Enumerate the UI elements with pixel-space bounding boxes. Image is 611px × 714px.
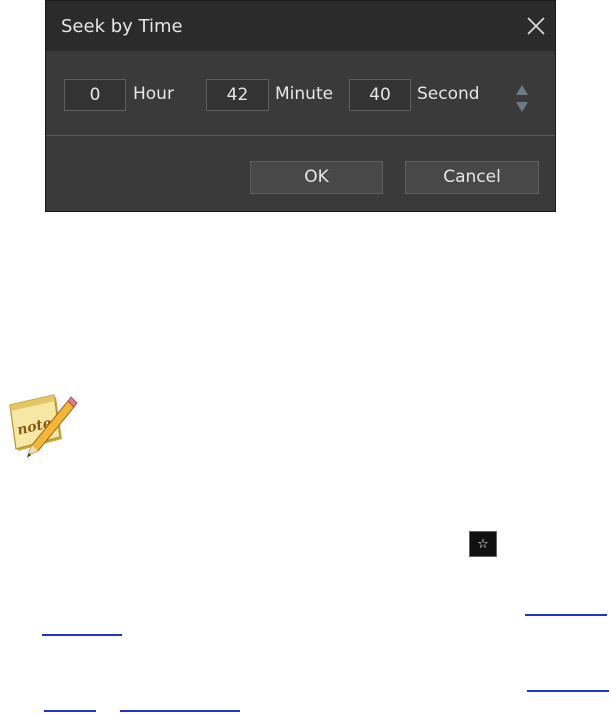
hour-input[interactable]: 0	[64, 79, 126, 111]
second-label: Second	[417, 84, 480, 104]
cancel-button[interactable]: Cancel	[405, 161, 539, 194]
note-pencil-icon: note	[4, 393, 78, 463]
document-page: Seek by Time 0 Hour 42 Minute 40 Second	[0, 0, 611, 714]
star-glyph: ☆	[477, 536, 489, 552]
seek-by-time-dialog: Seek by Time 0 Hour 42 Minute 40 Second	[45, 0, 556, 212]
hyperlink-underline[interactable]	[44, 710, 96, 712]
hyperlink-underline[interactable]	[527, 690, 609, 692]
ok-button[interactable]: OK	[250, 161, 383, 194]
chevron-up-icon[interactable]	[515, 81, 529, 95]
hour-label: Hour	[133, 84, 174, 104]
hyperlink-underline[interactable]	[120, 710, 240, 712]
chevron-down-icon[interactable]	[515, 98, 529, 112]
dialog-titlebar: Seek by Time	[46, 1, 555, 51]
dialog-divider	[46, 135, 555, 136]
dialog-title: Seek by Time	[61, 16, 183, 37]
minute-input[interactable]: 42	[206, 79, 269, 111]
star-icon[interactable]: ☆	[469, 531, 497, 557]
close-icon[interactable]	[523, 13, 549, 39]
hyperlink-underline[interactable]	[525, 614, 607, 616]
hyperlink-underline[interactable]	[42, 634, 122, 636]
time-input-row: 0 Hour 42 Minute 40 Second	[46, 79, 555, 113]
second-input[interactable]: 40	[349, 79, 411, 111]
time-spinner	[512, 79, 532, 113]
minute-label: Minute	[275, 84, 334, 104]
